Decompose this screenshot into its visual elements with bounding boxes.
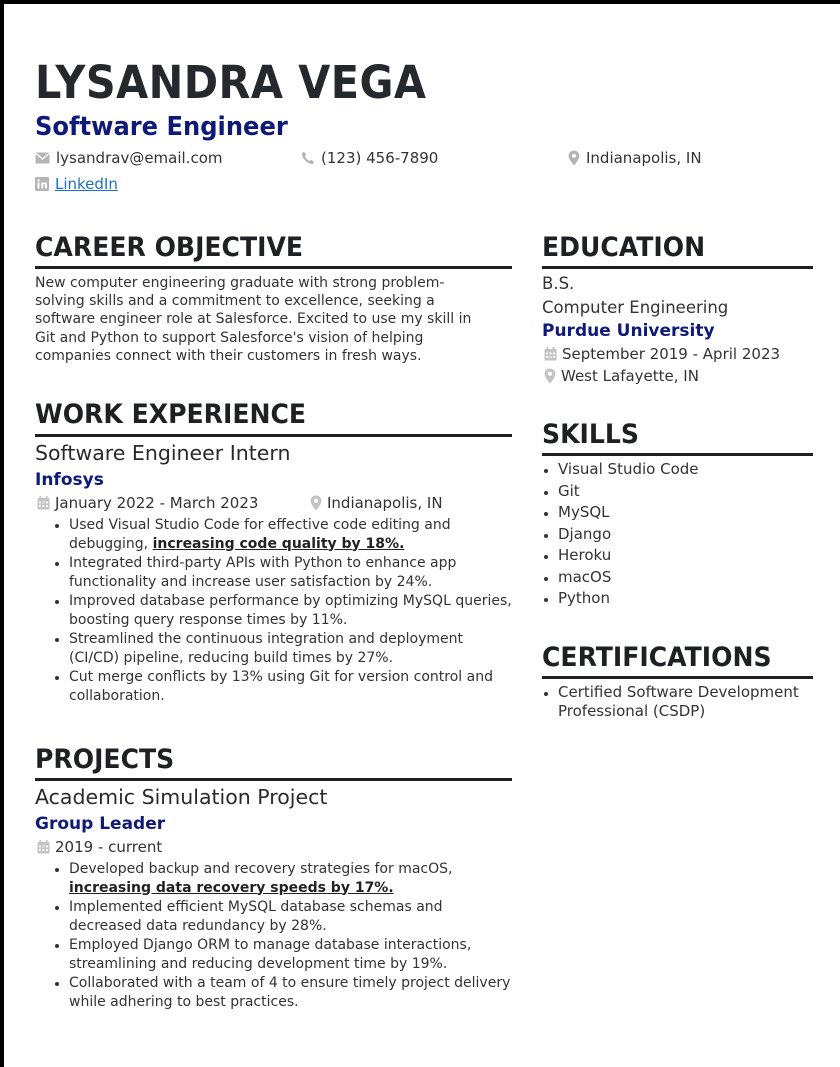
contact-linkedin: LinkedIn bbox=[35, 175, 118, 193]
work-location: Indianapolis, IN bbox=[310, 494, 443, 512]
email-text: lysandrav@email.com bbox=[56, 149, 223, 167]
work-heading: WORK EXPERIENCE bbox=[35, 399, 307, 430]
list-item: Python bbox=[558, 588, 822, 610]
candidate-name: LYSANDRA VEGA bbox=[35, 56, 427, 109]
projects-rule bbox=[35, 778, 512, 781]
linkedin-icon bbox=[35, 177, 49, 191]
skills-rule bbox=[542, 453, 813, 456]
objective-line: solving skills and a commitment to excel… bbox=[35, 293, 435, 310]
education-location-text: West Lafayette, IN bbox=[561, 367, 699, 385]
linkedin-link[interactable]: LinkedIn bbox=[55, 175, 118, 193]
list-item: Improved database performance by optimiz… bbox=[69, 592, 515, 629]
list-item: Developed backup and recovery strategies… bbox=[69, 860, 515, 897]
list-item: Employed Django ORM to manage database i… bbox=[69, 936, 515, 973]
objective-line: software engineer role at Salesforce. Ex… bbox=[35, 311, 472, 328]
project-name: Academic Simulation Project bbox=[35, 785, 328, 809]
project-bullets: Developed backup and recovery strategies… bbox=[35, 860, 515, 1012]
list-item: Certified Software Development Professio… bbox=[558, 683, 822, 720]
work-dates-text: January 2022 - March 2023 bbox=[55, 494, 259, 512]
list-item: Visual Studio Code bbox=[558, 459, 822, 481]
phone-icon bbox=[301, 151, 314, 165]
certifications-rule bbox=[542, 676, 813, 679]
map-pin-icon bbox=[544, 368, 556, 384]
education-major: Computer Engineering bbox=[542, 298, 729, 317]
project-dates-text: 2019 - current bbox=[55, 838, 163, 856]
education-dates: September 2019 - April 2023 bbox=[544, 345, 780, 363]
certifications-heading: CERTIFICATIONS bbox=[542, 642, 772, 673]
map-pin-icon bbox=[568, 150, 580, 166]
envelope-icon bbox=[35, 152, 50, 164]
work-bullets: Used Visual Studio Code for effective co… bbox=[35, 516, 515, 706]
list-item: Git bbox=[558, 481, 822, 503]
list-item: Django bbox=[558, 524, 822, 546]
list-item: Implemented efficient MySQL database sch… bbox=[69, 898, 515, 935]
objective-text: New computer engineering graduate with s… bbox=[35, 274, 525, 365]
objective-line: companies connect with their customers i… bbox=[35, 347, 422, 364]
work-dates: January 2022 - March 2023 bbox=[37, 494, 258, 512]
work-role: Software Engineer Intern bbox=[35, 441, 291, 465]
objective-line: New computer engineering graduate with s… bbox=[35, 275, 445, 291]
resume-page: LYSANDRA VEGA Software Engineer lysandra… bbox=[4, 4, 840, 1067]
list-item: MySQL bbox=[558, 502, 822, 524]
skills-heading: SKILLS bbox=[542, 419, 639, 450]
list-item: Collaborated with a team of 4 to ensure … bbox=[69, 974, 515, 1011]
objective-rule bbox=[35, 266, 512, 269]
contact-location: Indianapolis, IN bbox=[568, 149, 702, 167]
list-item: macOS bbox=[558, 567, 822, 589]
contact-phone: (123) 456-7890 bbox=[301, 149, 438, 167]
list-item: Used Visual Studio Code for effective co… bbox=[69, 516, 515, 553]
location-text: Indianapolis, IN bbox=[586, 149, 702, 167]
education-rule bbox=[542, 266, 813, 269]
job-title: Software Engineer bbox=[35, 112, 288, 142]
education-school: Purdue University bbox=[542, 321, 715, 341]
list-item: Streamlined the continuous integration a… bbox=[69, 630, 515, 667]
list-item: Heroku bbox=[558, 545, 822, 567]
projects-heading: PROJECTS bbox=[35, 744, 175, 775]
project-dates: 2019 - current bbox=[37, 838, 162, 856]
education-location: West Lafayette, IN bbox=[544, 367, 699, 385]
work-company: Infosys bbox=[35, 470, 104, 490]
skills-list: Visual Studio Code Git MySQL Django Hero… bbox=[542, 459, 822, 610]
calendar-icon bbox=[37, 840, 50, 854]
list-item: Integrated third-party APIs with Python … bbox=[69, 554, 515, 591]
work-location-text: Indianapolis, IN bbox=[327, 494, 443, 512]
education-heading: EDUCATION bbox=[542, 232, 706, 263]
work-rule bbox=[35, 434, 512, 437]
phone-text: (123) 456-7890 bbox=[321, 149, 439, 167]
objective-line: Git and Python to support Salesforce's v… bbox=[35, 329, 424, 346]
project-role: Group Leader bbox=[35, 814, 166, 834]
certifications-list: Certified Software Development Professio… bbox=[542, 683, 822, 720]
objective-heading: CAREER OBJECTIVE bbox=[35, 232, 304, 263]
contact-email: lysandrav@email.com bbox=[35, 149, 223, 167]
calendar-icon bbox=[37, 496, 50, 510]
education-degree: B.S. bbox=[542, 274, 575, 293]
map-pin-icon bbox=[310, 495, 322, 511]
education-dates-text: September 2019 - April 2023 bbox=[562, 345, 781, 363]
calendar-icon bbox=[544, 347, 557, 361]
list-item: Cut merge conflicts by 13% using Git for… bbox=[69, 668, 515, 705]
